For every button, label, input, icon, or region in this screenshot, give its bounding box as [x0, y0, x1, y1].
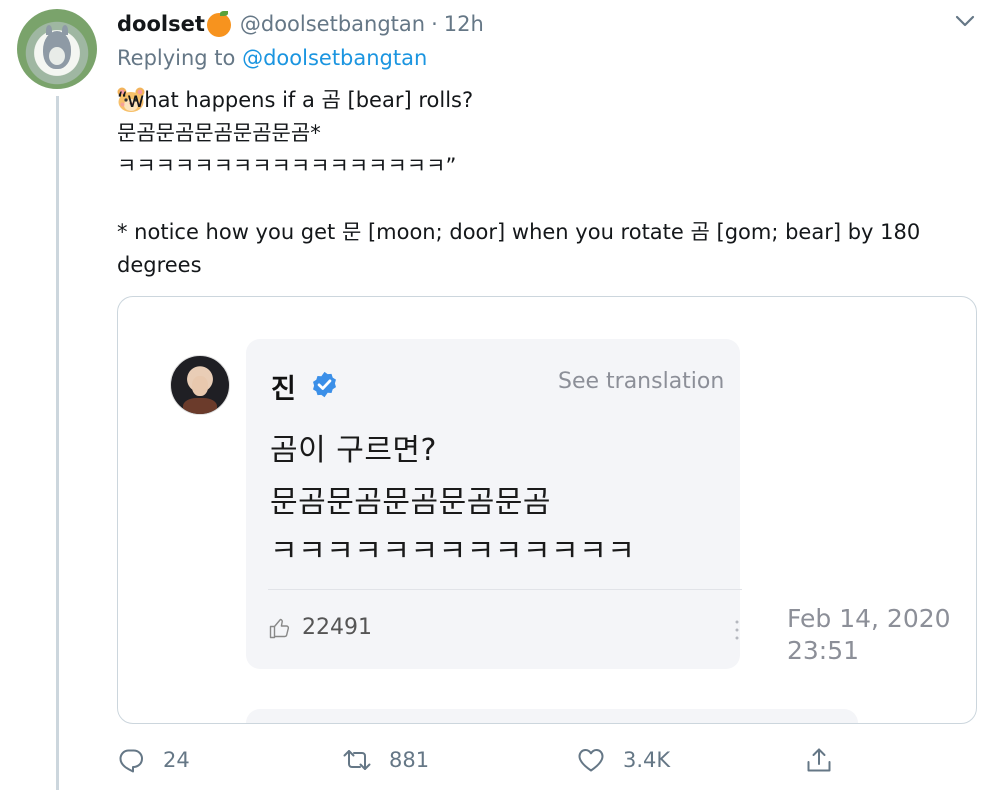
reply-icon — [119, 749, 143, 773]
embedded-line-1: 곰이 구르면? — [270, 433, 437, 468]
retweet-button[interactable]: 881 — [343, 740, 429, 780]
embedded-image-card[interactable]: 진 See translation 곰이 구르면? 문곰문곰문곰문곰문곰 ㅋㅋㅋ… — [117, 296, 977, 724]
screenshot-next-bubble — [246, 709, 858, 723]
retweet-count: 881 — [389, 748, 430, 772]
jin-avatar — [170, 355, 230, 415]
tweet-header: doolset @doolsetbangtan · 12h — [117, 8, 484, 40]
embedded-author-name: 진 — [271, 374, 296, 405]
chevron-down-icon[interactable] — [952, 10, 978, 32]
more-options-icon — [735, 620, 739, 640]
verified-badge-icon — [313, 371, 336, 398]
thread-line — [56, 96, 59, 790]
embedded-divider — [268, 589, 742, 590]
jin-shirt — [183, 398, 217, 414]
replying-prefix: Replying to — [117, 46, 236, 70]
share-button[interactable] — [805, 740, 851, 780]
reply-button[interactable]: 24 — [117, 740, 190, 780]
reply-count: 24 — [163, 748, 190, 772]
embedded-line-2: 문곰문곰문곰문곰문곰 — [270, 485, 551, 520]
embedded-like-count: 22491 — [302, 615, 372, 640]
tweet-text: “what happens if a 곰 [bear] rolls? 문곰문곰문… — [117, 88, 921, 277]
jin-face — [192, 376, 208, 396]
tweet-actions: 24 881 3.4K — [0, 740, 1000, 780]
totoro-belly — [49, 47, 65, 65]
replying-to-link[interactable]: @doolsetbangtan — [242, 46, 427, 70]
replying-to: Replying to @doolsetbangtan — [117, 46, 427, 70]
user-handle[interactable]: @doolsetbangtan — [240, 12, 425, 36]
timestamp[interactable]: 12h — [444, 12, 484, 36]
retweet-icon — [343, 750, 371, 770]
see-translation-link: See translation — [558, 369, 725, 394]
separator-dot: · — [431, 12, 438, 36]
like-count: 3.4K — [623, 748, 671, 772]
thumbs-up-icon — [269, 618, 290, 639]
like-button[interactable]: 3.4K — [577, 740, 670, 780]
share-icon — [807, 748, 831, 772]
tangerine-icon — [206, 11, 231, 37]
like-icon — [578, 749, 604, 772]
embedded-line-3: ㅋㅋㅋㅋㅋㅋㅋㅋㅋㅋㅋㅋㅋ — [270, 534, 636, 569]
display-name[interactable]: doolset — [117, 12, 205, 36]
embedded-date: Feb 14, 2020 23:51 — [787, 604, 951, 665]
user-avatar[interactable] — [17, 9, 97, 89]
